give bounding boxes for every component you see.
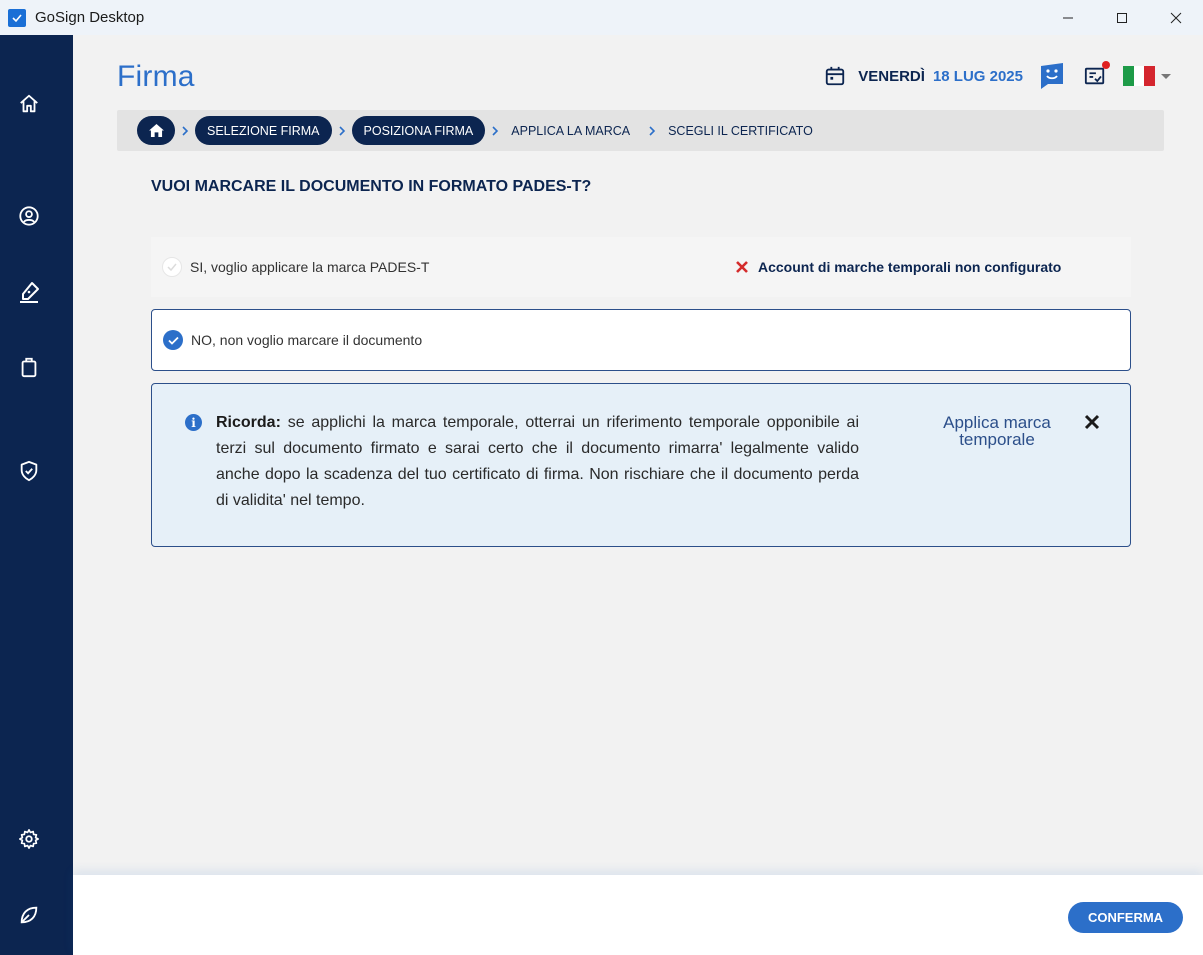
maximize-icon (1117, 12, 1127, 23)
maximize-button[interactable] (1095, 0, 1149, 35)
error-x-icon (736, 261, 748, 273)
chevron-right-icon (332, 125, 352, 137)
user-icon[interactable] (17, 204, 41, 228)
close-info-button[interactable] (1084, 414, 1100, 430)
reminder-heading: Ricorda: (216, 414, 281, 431)
current-date: 18 LUG 2025 (932, 67, 1023, 85)
chat-bot-icon[interactable] (1040, 62, 1064, 90)
title-bar: GoSign Desktop (0, 0, 1203, 35)
page-title: Firma (117, 60, 195, 93)
radio-check-icon (162, 257, 182, 277)
option-yes: SI, voglio applicare la marca PADES-T Ac… (151, 237, 1131, 297)
option-no-label: NO, non voglio marcare il documento (191, 332, 423, 348)
breadcrumb: SELEZIONE FIRMA POSIZIONA FIRMA APPLICA … (117, 110, 1164, 151)
chevron-down-icon (1161, 74, 1171, 79)
reminder-text: Ricorda: se applichi la marca temporale,… (216, 410, 859, 514)
option-yes-label: SI, voglio applicare la marca PADES-T (190, 259, 430, 275)
apply-timestamp-link[interactable]: Applica marca temporale (932, 414, 1062, 448)
app-logo-icon (8, 8, 26, 27)
radio-check-icon (163, 330, 183, 350)
home-icon (148, 124, 164, 137)
breadcrumb-home[interactable] (137, 116, 175, 145)
timestamp-account-warning: Account di marche temporali non configur… (735, 259, 1061, 275)
notification-badge (1102, 61, 1110, 69)
leaf-icon[interactable] (17, 903, 41, 927)
chevron-right-icon (485, 125, 505, 137)
shield-check-icon[interactable] (17, 459, 41, 483)
info-icon: i (185, 414, 202, 431)
chevron-right-icon (175, 125, 195, 137)
breadcrumb-step-applica-la-marca: APPLICA LA MARCA (511, 123, 631, 138)
gear-icon[interactable] (17, 827, 41, 851)
breadcrumb-step-scegli-il-certificato: SCEGLI IL CERTIFICATO (668, 123, 813, 138)
home-icon[interactable] (17, 92, 41, 116)
option-no[interactable]: NO, non voglio marcare il documento (151, 309, 1131, 371)
minimize-icon (1063, 17, 1073, 18)
checklist-icon[interactable] (1084, 61, 1110, 87)
clipboard-icon[interactable] (17, 355, 41, 379)
calendar-icon (824, 65, 846, 87)
reminder-body: se applichi la marca temporale, otterrai… (216, 414, 859, 509)
question-heading: VUOI MARCARE IL DOCUMENTO IN FORMATO PAD… (151, 178, 592, 195)
close-icon (1170, 12, 1182, 23)
window-title: GoSign Desktop (35, 9, 145, 26)
sign-pen-icon[interactable] (17, 280, 41, 304)
footer-bar: CONFERMA (73, 875, 1203, 955)
minimize-button[interactable] (1041, 0, 1095, 35)
language-selector[interactable] (1123, 66, 1173, 86)
close-icon (1084, 414, 1100, 430)
breadcrumb-step-posiziona-firma[interactable]: POSIZIONA FIRMA (351, 116, 486, 145)
warning-text: Account di marche temporali non configur… (758, 259, 1062, 275)
italy-flag-icon (1123, 66, 1156, 86)
close-window-button[interactable] (1149, 0, 1203, 35)
chevron-right-icon (642, 125, 662, 137)
header-toolbar: VENERDÌ 18 LUG 2025 (824, 61, 1173, 90)
sidebar (0, 35, 73, 955)
current-day: VENERDÌ (858, 67, 925, 85)
window-controls (1041, 0, 1203, 35)
breadcrumb-step-selezione-firma[interactable]: SELEZIONE FIRMA (195, 116, 332, 145)
reminder-info-box: i Ricorda: se applichi la marca temporal… (151, 383, 1131, 547)
confirm-button[interactable]: CONFERMA (1068, 902, 1183, 933)
